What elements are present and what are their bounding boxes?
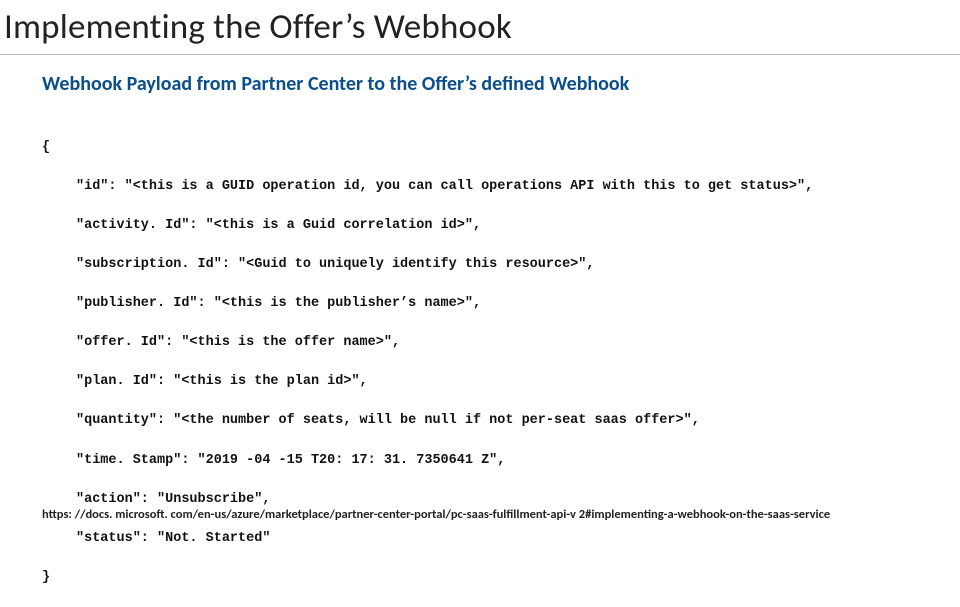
code-open-brace: { [42,138,940,158]
footer-docs-link[interactable]: https: //docs. microsoft. com/en-us/azur… [42,507,830,522]
slide-title: Implementing the Offer’s Webhook [4,6,512,48]
json-payload-code: { "id": "<this is a GUID operation id, y… [42,118,940,607]
code-line: "time. Stamp": "2019 -04 -15 T20: 17: 31… [42,451,940,471]
slide-subtitle: Webhook Payload from Partner Center to t… [42,72,629,96]
code-line: "id": "<this is a GUID operation id, you… [42,177,940,197]
title-underline [0,54,960,55]
code-line: "activity. Id": "<this is a Guid correla… [42,216,940,236]
code-line: "plan. Id": "<this is the plan id>", [42,372,940,392]
code-line: "status": "Not. Started" [42,529,940,549]
code-line: "offer. Id": "<this is the offer name>", [42,333,940,353]
code-close-brace: } [42,568,940,588]
code-line: "quantity": "<the number of seats, will … [42,411,940,431]
code-line: "subscription. Id": "<Guid to uniquely i… [42,255,940,275]
code-line: "publisher. Id": "<this is the publisher… [42,294,940,314]
